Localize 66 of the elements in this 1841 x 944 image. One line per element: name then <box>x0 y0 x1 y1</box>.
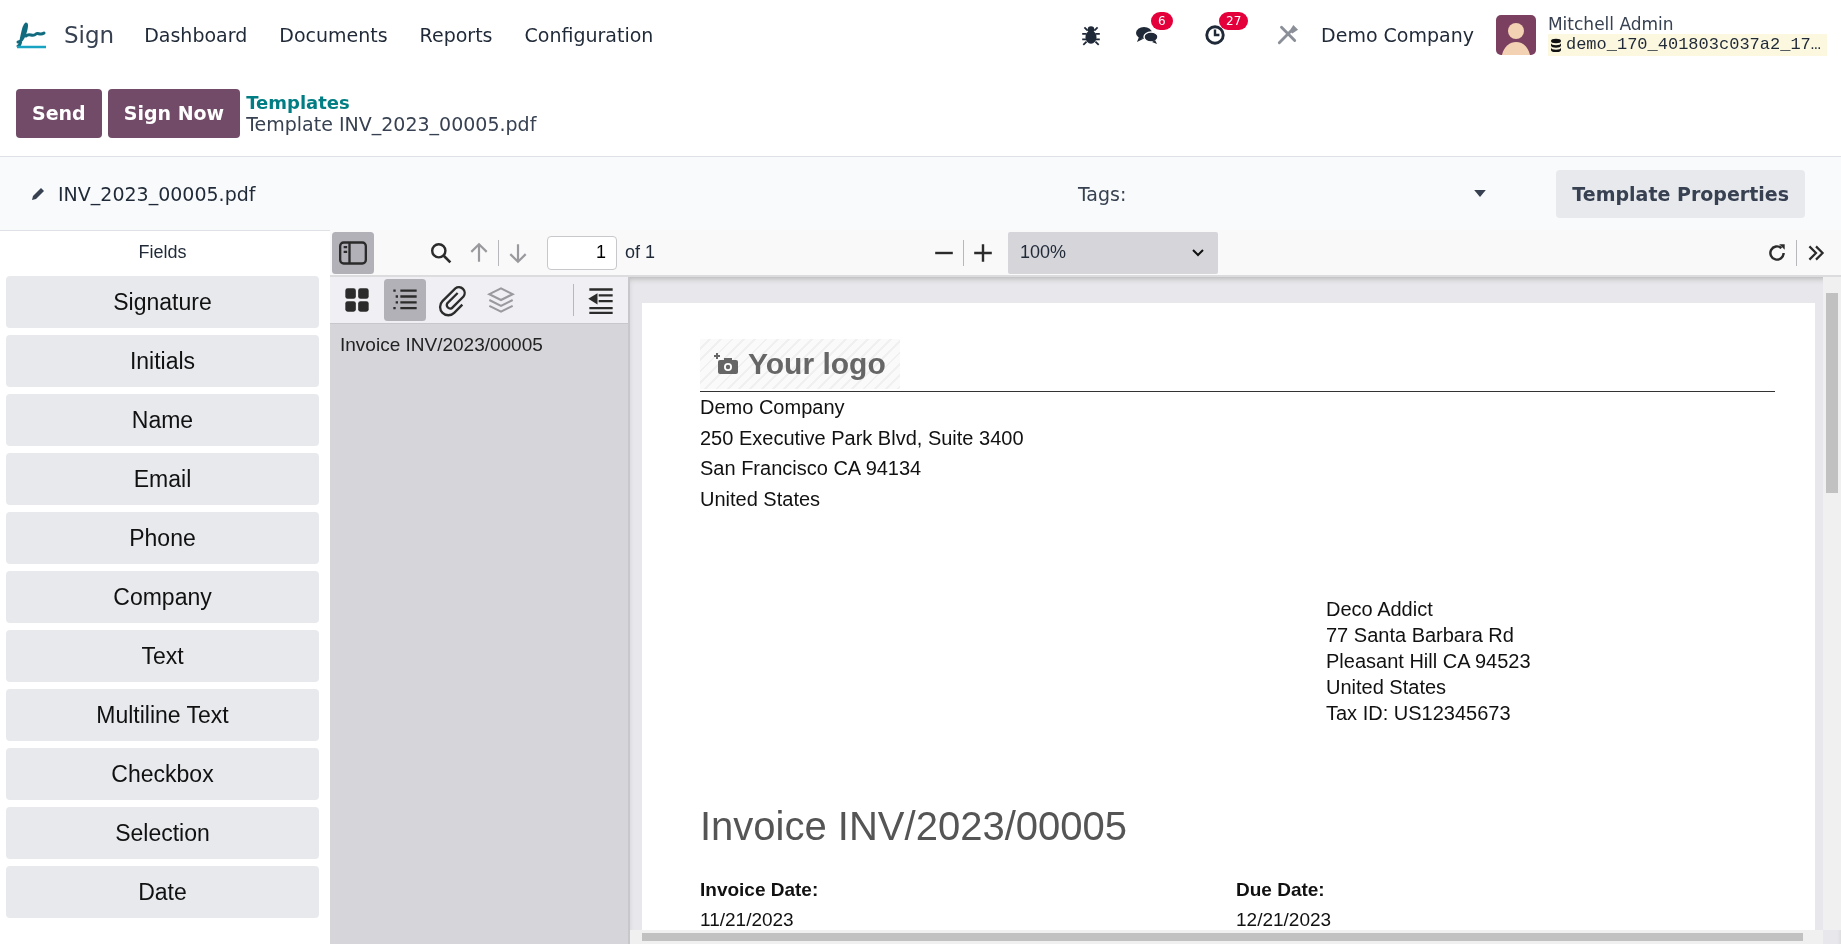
menu-item[interactable]: Configuration <box>524 24 654 46</box>
field-type-button[interactable]: Text <box>6 630 319 682</box>
tools-icon[interactable] <box>1275 24 1300 46</box>
field-type-button[interactable]: Initials <box>6 335 319 387</box>
clock-icon[interactable] <box>1203 24 1228 46</box>
customer-address-line: Deco Addict <box>1326 597 1434 622</box>
horizontal-scrollbar[interactable] <box>630 930 1823 944</box>
customer-address-line: Pleasant Hill CA 94523 <box>1326 649 1532 674</box>
field-type-button[interactable]: Name <box>6 394 319 446</box>
field-type-button[interactable]: Signature <box>6 276 319 328</box>
list-icon[interactable] <box>384 279 426 321</box>
invoice-title: Invoice INV/2023/00005 <box>700 804 1128 849</box>
info-value: 11/21/2023 <box>700 908 795 932</box>
field-type-button[interactable]: Phone <box>6 512 319 564</box>
vertical-scrollbar[interactable] <box>1823 277 1841 930</box>
message-count: 6 <box>1151 12 1173 30</box>
customer-address-line: United States <box>1326 675 1448 700</box>
page-number-field[interactable]: 1 <box>547 235 617 270</box>
add-photo-icon <box>714 353 738 375</box>
info-label: Invoice Date: <box>700 878 820 902</box>
menu-item[interactable]: Dashboard <box>144 24 248 46</box>
user-avatar-icon[interactable] <box>1495 15 1536 55</box>
arrow-up-icon[interactable] <box>468 241 490 264</box>
field-type-button[interactable]: Multiline Text <box>6 689 319 741</box>
menu-item[interactable]: Reports <box>419 24 493 46</box>
logo-placeholder[interactable]: Your logo <box>700 339 900 389</box>
chevron-down-icon <box>1192 248 1205 257</box>
database-name: demo_170_401803c037a2_17… <box>1547 34 1827 56</box>
field-type-button[interactable]: Company <box>6 571 319 623</box>
outline-item[interactable]: Invoice INV/2023/00005 <box>330 324 628 366</box>
database-icon <box>1549 37 1562 52</box>
page-count: of 1 <box>625 242 656 263</box>
pencil-icon[interactable] <box>30 185 46 202</box>
plus-icon[interactable] <box>972 241 995 264</box>
company-address-line: United States <box>700 486 822 512</box>
company-address-line: San Francisco CA 94134 <box>700 456 923 481</box>
chat-icon[interactable] <box>1135 24 1160 46</box>
company-switcher[interactable]: Demo Company <box>1321 24 1474 46</box>
search-icon[interactable] <box>430 241 452 264</box>
template-properties-button[interactable]: Template Properties <box>1556 169 1805 218</box>
field-type-button[interactable]: Selection <box>6 807 319 859</box>
fields-heading: Fields <box>137 241 188 264</box>
action-button[interactable]: Send <box>16 88 102 138</box>
action-button[interactable]: Sign Now <box>107 88 241 138</box>
arrow-down-icon[interactable] <box>507 241 529 264</box>
zoom-dropdown[interactable]: 100% <box>1008 231 1219 274</box>
sidebar-toggle-icon[interactable] <box>332 231 374 274</box>
info-value: 12/21/2023 <box>1236 908 1333 932</box>
document-filename[interactable]: INV_2023_00005.pdf <box>58 182 256 205</box>
app-name[interactable]: Sign <box>64 22 115 48</box>
refresh-icon[interactable] <box>1766 241 1788 264</box>
user-name[interactable]: Mitchell Admin <box>1547 14 1827 34</box>
field-type-button[interactable]: Date <box>6 866 319 918</box>
caret-icon[interactable] <box>1474 190 1487 197</box>
customer-address-line: 77 Santa Barbara Rd <box>1326 623 1515 648</box>
company-address-line: Demo Company <box>700 395 846 420</box>
breadcrumb-current: Template INV_2023_00005.pdf <box>246 112 537 135</box>
info-label: Due Date: <box>1236 878 1326 902</box>
menu-item[interactable]: Documents <box>279 24 388 46</box>
activity-count: 27 <box>1219 12 1249 30</box>
tags-label: Tags: <box>1077 182 1127 205</box>
field-type-button[interactable]: Checkbox <box>6 748 319 800</box>
customer-address-line: Tax ID: US12345673 <box>1326 701 1512 726</box>
breadcrumb-link[interactable]: Templates <box>246 91 537 113</box>
company-address-line: 250 Executive Park Blvd, Suite 3400 <box>700 425 1025 451</box>
field-type-button[interactable]: Email <box>6 453 319 505</box>
